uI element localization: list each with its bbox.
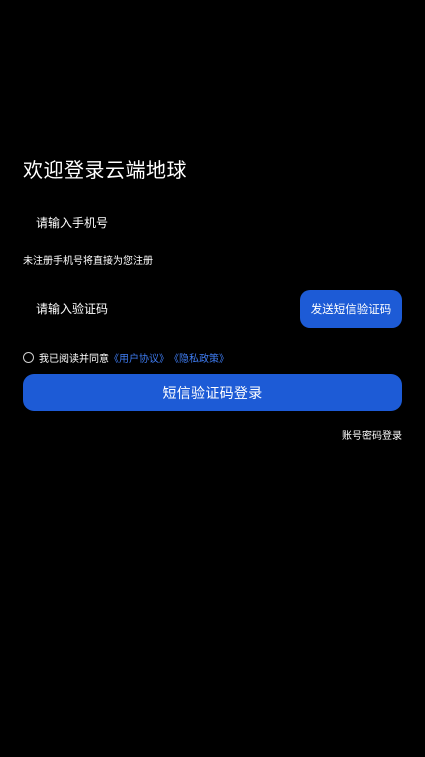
register-hint: 未注册手机号将直接为您注册 — [23, 256, 153, 267]
phone-input[interactable] — [23, 204, 402, 242]
agreement-row: 我已阅读并同意 《用户协议》 《隐私政策》 — [23, 350, 229, 365]
verification-code-input[interactable] — [23, 290, 293, 328]
password-login-link[interactable]: 账号密码登录 — [342, 427, 402, 442]
agreement-text: 我已阅读并同意 — [39, 354, 109, 365]
sms-login-button[interactable]: 短信验证码登录 — [23, 374, 402, 411]
send-code-button[interactable]: 发送短信验证码 — [300, 290, 402, 328]
phone-field-container — [23, 204, 402, 242]
code-field-container — [23, 290, 293, 328]
page-title: 欢迎登录云端地球 — [23, 158, 187, 182]
agreement-checkbox[interactable] — [23, 352, 34, 363]
privacy-policy-link[interactable]: 《隐私政策》 — [169, 350, 229, 365]
login-screen: 欢迎登录云端地球 未注册手机号将直接为您注册 发送短信验证码 我已阅读并同意 《… — [0, 0, 425, 757]
user-agreement-link[interactable]: 《用户协议》 — [109, 350, 169, 365]
